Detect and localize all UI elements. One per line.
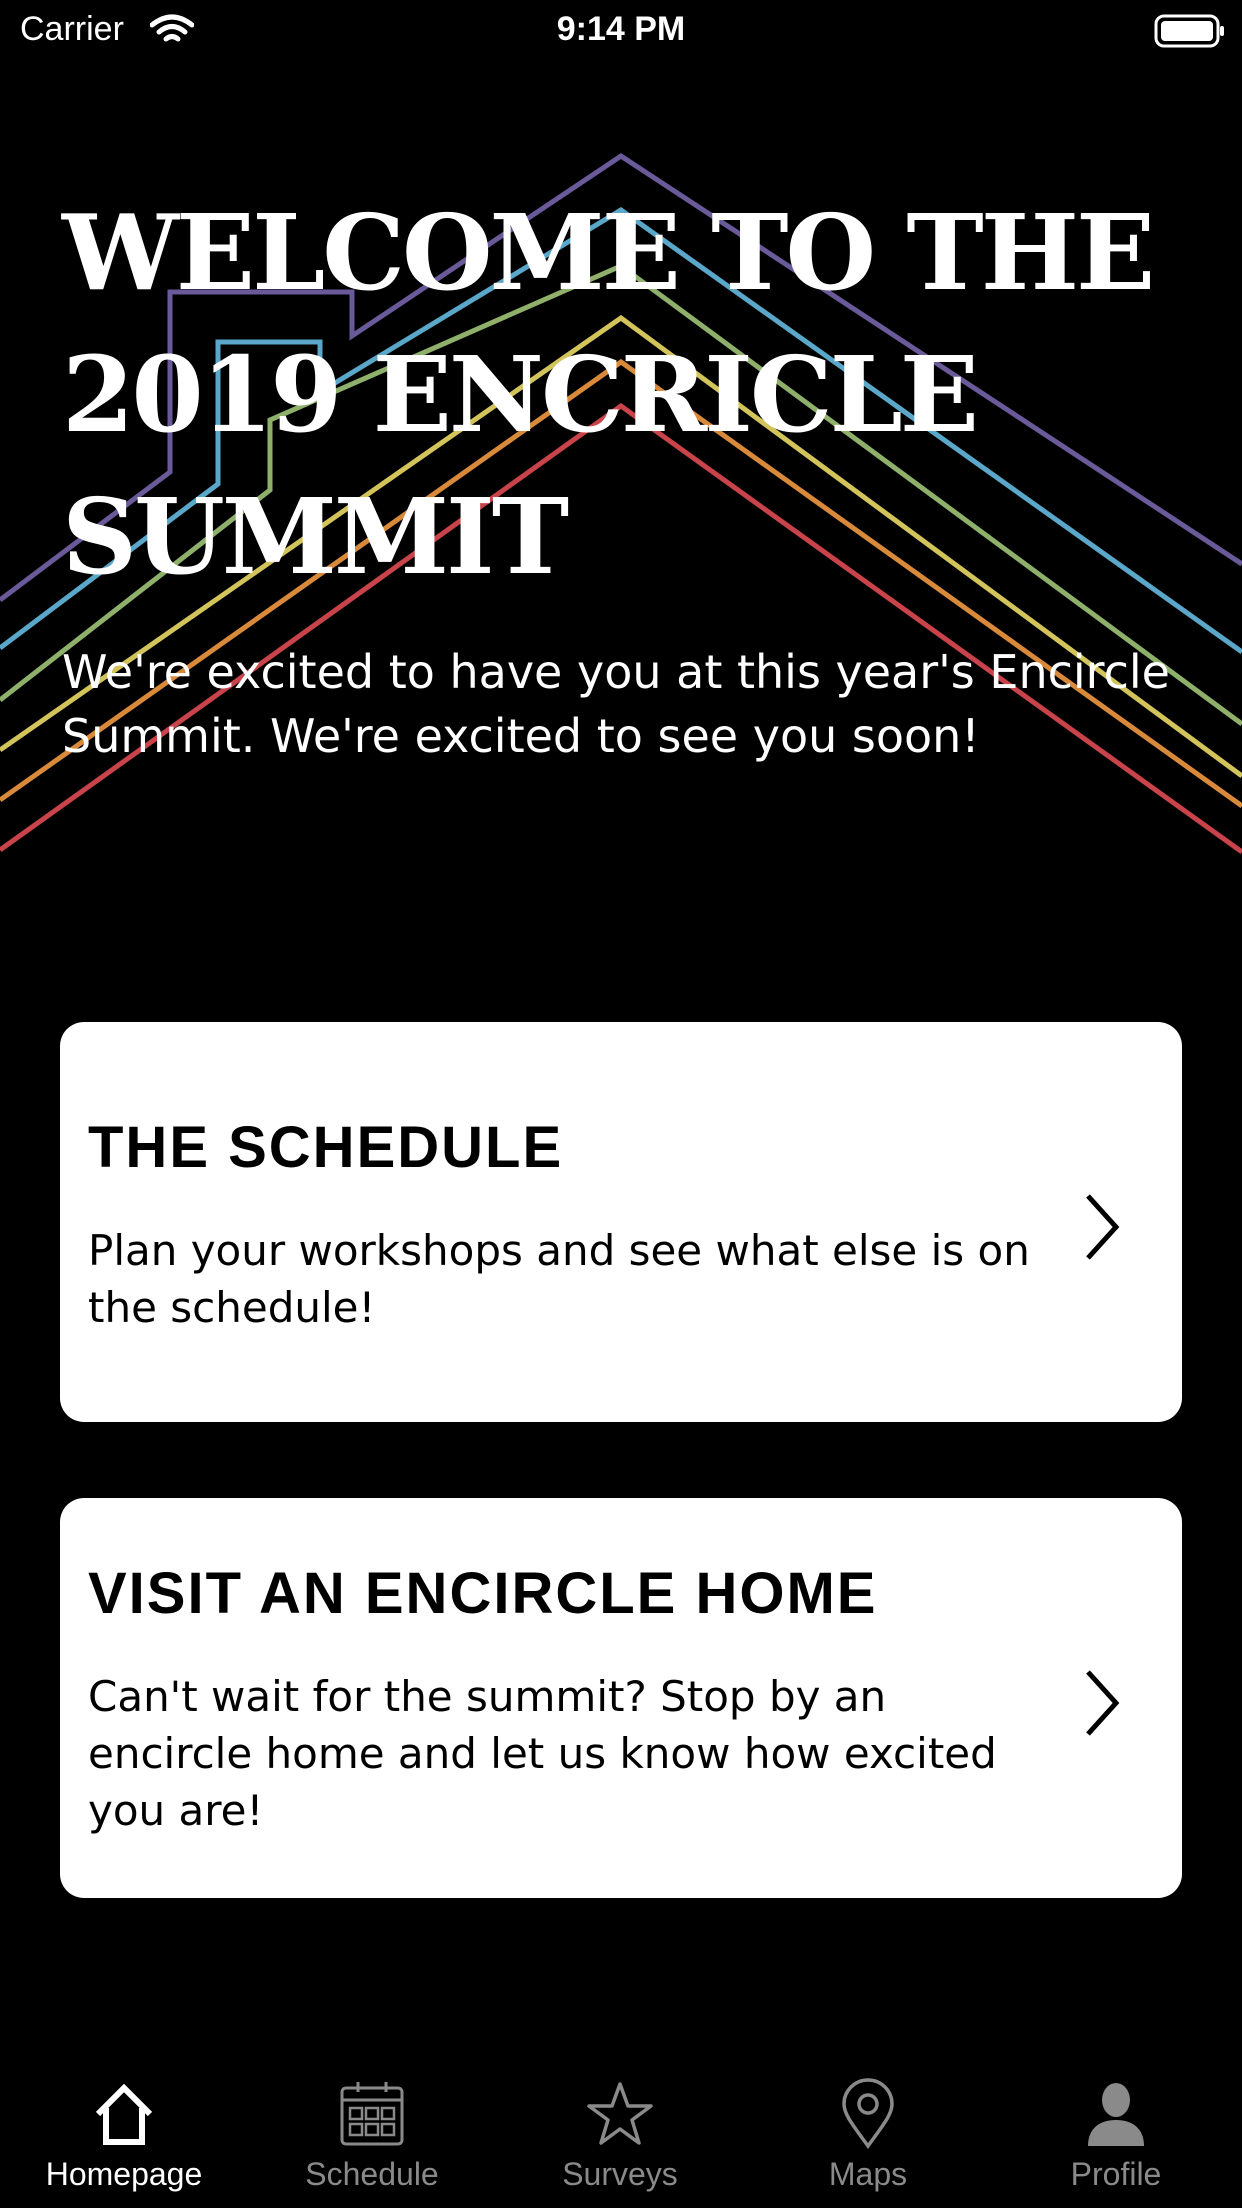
tab-schedule[interactable]: Schedule	[248, 2078, 496, 2193]
encircle-home-card[interactable]: VISIT AN ENCIRCLE HOME Can't wait for th…	[60, 1498, 1182, 1898]
tab-surveys-label: Surveys	[562, 2156, 678, 2192]
encircle-home-card-description: Can't wait for the summit? Stop by an en…	[88, 1672, 997, 1835]
calendar-icon	[340, 2082, 404, 2146]
tab-surveys[interactable]: Surveys	[496, 2078, 744, 2193]
schedule-card[interactable]: THE SCHEDULE Plan your workshops and see…	[60, 1022, 1182, 1422]
tab-bar: Homepage Schedule Surveys Maps Profile	[0, 2060, 1242, 2208]
home-icon	[95, 2083, 153, 2145]
tab-schedule-label: Schedule	[305, 2156, 439, 2192]
hero-title: WELCOME TO THE 2019 ENCRICLE SUMMIT	[62, 191, 1155, 598]
tab-profile[interactable]: Profile	[992, 2078, 1240, 2193]
star-icon	[587, 2082, 653, 2145]
tab-homepage[interactable]: Homepage	[0, 2078, 248, 2193]
chevron-right-icon	[1086, 1670, 1120, 1736]
chevron-right-icon	[1086, 1194, 1120, 1260]
tab-profile-label: Profile	[1070, 2156, 1162, 2192]
hero-subtitle: We're excited to have you at this year's…	[62, 645, 1170, 763]
tab-homepage-label: Homepage	[45, 2156, 203, 2192]
schedule-card-title: THE SCHEDULE	[88, 1115, 564, 1180]
encircle-home-card-title: VISIT AN ENCIRCLE HOME	[88, 1561, 878, 1626]
person-icon	[1088, 2083, 1144, 2146]
schedule-card-description: Plan your workshops and see what else is…	[88, 1226, 1030, 1332]
map-pin-icon	[842, 2078, 894, 2149]
tab-maps-label: Maps	[828, 2156, 908, 2192]
tab-maps[interactable]: Maps	[744, 2078, 992, 2193]
